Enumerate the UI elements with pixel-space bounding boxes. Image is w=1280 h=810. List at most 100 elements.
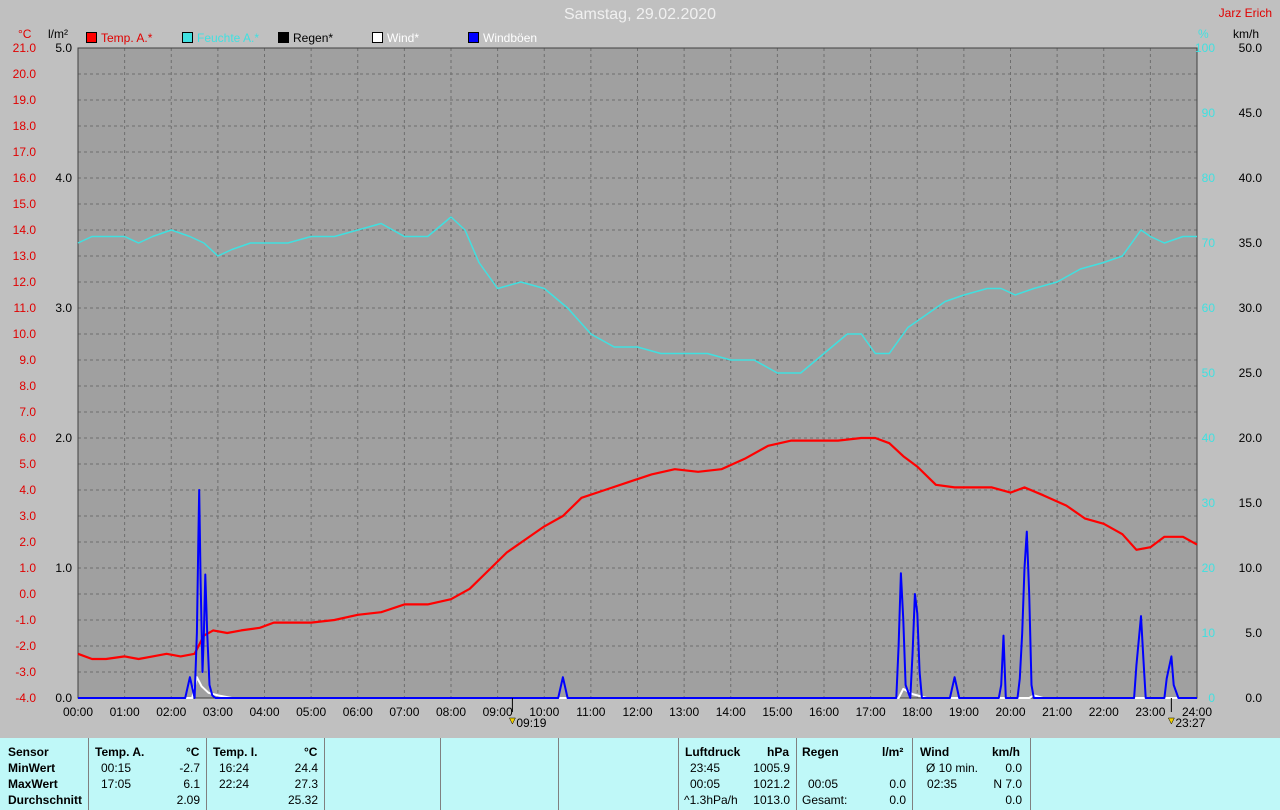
x-tick-label: 20:00 bbox=[995, 705, 1025, 719]
legend-item-gusts: Windböen bbox=[468, 31, 537, 45]
max-wind-value: N 7.0 bbox=[993, 777, 1022, 791]
x-tick-label: 14:00 bbox=[716, 705, 746, 719]
humidity-tick-label: 100 bbox=[1195, 41, 1215, 55]
min-wind-label: Ø 10 min. bbox=[926, 761, 979, 775]
max-rain-time: 00:05 bbox=[808, 777, 839, 791]
header-temp-outdoor: Temp. A. bbox=[95, 745, 145, 759]
legend-swatch-humidity bbox=[182, 32, 193, 43]
divider bbox=[796, 738, 797, 810]
divider bbox=[88, 738, 89, 810]
header-wind-unit: km/h bbox=[992, 745, 1021, 759]
legend-label-gusts: Windböen bbox=[483, 31, 538, 45]
max-temp-outdoor-time: 17:05 bbox=[101, 777, 132, 791]
row-label-min: MinWert bbox=[8, 761, 56, 775]
summary-panel: Sensor Temp. A. °C Temp. I. °C Luftdruck… bbox=[0, 738, 1280, 810]
avg-pressure-value: 1013.0 bbox=[753, 793, 790, 807]
avg-wind-value: 0.0 bbox=[1005, 793, 1022, 807]
temp-tick-label: 7.0 bbox=[19, 405, 36, 419]
temp-tick-label: -2.0 bbox=[15, 639, 36, 653]
humidity-tick-label: 20 bbox=[1202, 561, 1216, 575]
temp-tick-label: 16.0 bbox=[13, 171, 37, 185]
legend-swatch-temp bbox=[86, 32, 97, 43]
row-label-max: MaxWert bbox=[8, 777, 58, 791]
rain-tick-label: 2.0 bbox=[55, 431, 72, 445]
row-label-average: Durchschnitt bbox=[8, 793, 83, 807]
humidity-tick-label: 80 bbox=[1202, 171, 1216, 185]
x-tick-label: 19:00 bbox=[949, 705, 979, 719]
legend-swatch-wind bbox=[372, 32, 383, 43]
temp-tick-label: 15.0 bbox=[13, 197, 37, 211]
temp-tick-label: 10.0 bbox=[13, 327, 37, 341]
temp-tick-label: 9.0 bbox=[19, 353, 36, 367]
wind-tick-label: 0.0 bbox=[1245, 691, 1262, 705]
temp-tick-label: 13.0 bbox=[13, 249, 37, 263]
sunrise-marker-icon bbox=[508, 717, 516, 725]
sunset-marker-label: 23:27 bbox=[1175, 716, 1205, 730]
divider bbox=[678, 738, 679, 810]
humidity-tick-label: 40 bbox=[1202, 431, 1216, 445]
temp-tick-label: -4.0 bbox=[15, 691, 36, 705]
temp-tick-label: -3.0 bbox=[15, 665, 36, 679]
legend-item-wind: Wind* bbox=[372, 31, 419, 45]
legend-label-rain: Regen* bbox=[293, 31, 334, 45]
x-tick-label: 16:00 bbox=[809, 705, 839, 719]
x-tick-label: 09:00 bbox=[483, 705, 513, 719]
legend-swatch-gusts bbox=[468, 32, 479, 43]
humidity-tick-label: 70 bbox=[1202, 236, 1216, 250]
legend-item-temp: Temp. A.* bbox=[86, 31, 152, 45]
x-tick-label: 13:00 bbox=[669, 705, 699, 719]
rain-tick-label: 4.0 bbox=[55, 171, 72, 185]
min-temp-outdoor-value: -2.7 bbox=[179, 761, 200, 775]
x-tick-label: 18:00 bbox=[902, 705, 932, 719]
x-tick-label: 12:00 bbox=[622, 705, 652, 719]
wind-tick-label: 40.0 bbox=[1239, 171, 1263, 185]
wind-tick-label: 35.0 bbox=[1239, 236, 1263, 250]
x-tick-label: 01:00 bbox=[110, 705, 140, 719]
max-temp-indoor-time: 22:24 bbox=[219, 777, 250, 791]
max-pressure-value: 1021.2 bbox=[753, 777, 790, 791]
max-rain-value: 0.0 bbox=[889, 777, 906, 791]
humidity-tick-label: 90 bbox=[1202, 106, 1216, 120]
wind-axis-unit: km/h bbox=[1233, 27, 1260, 41]
temp-tick-label: 4.0 bbox=[19, 483, 36, 497]
temp-tick-label: 18.0 bbox=[13, 119, 37, 133]
rain-tick-label: 0.0 bbox=[55, 691, 72, 705]
x-tick-label: 23:00 bbox=[1135, 705, 1165, 719]
legend-label-humidity: Feuchte A.* bbox=[197, 31, 260, 45]
wind-tick-label: 15.0 bbox=[1239, 496, 1263, 510]
min-wind-value: 0.0 bbox=[1005, 761, 1022, 775]
sunset-marker-icon bbox=[1167, 717, 1175, 725]
temp-tick-label: 2.0 bbox=[19, 535, 36, 549]
chart-title: Samstag, 29.02.2020 bbox=[563, 6, 717, 23]
humidity-tick-label: 30 bbox=[1202, 496, 1216, 510]
humidity-axis-unit: % bbox=[1198, 27, 1209, 41]
wind-tick-label: 30.0 bbox=[1239, 301, 1263, 315]
temp-tick-label: 11.0 bbox=[14, 301, 37, 315]
x-tick-label: 02:00 bbox=[156, 705, 186, 719]
temp-tick-label: -1.0 bbox=[15, 613, 36, 627]
min-temp-indoor-value: 24.4 bbox=[294, 761, 318, 775]
temp-tick-label: 0.0 bbox=[19, 587, 36, 601]
humidity-tick-label: 50 bbox=[1202, 366, 1216, 380]
header-temp-outdoor-unit: °C bbox=[186, 745, 200, 759]
x-tick-label: 15:00 bbox=[762, 705, 792, 719]
header-rain: Regen bbox=[802, 745, 839, 759]
legend-label-temp: Temp. A.* bbox=[101, 31, 153, 45]
temp-tick-label: 14.0 bbox=[13, 223, 37, 237]
x-tick-label: 11:00 bbox=[576, 705, 605, 719]
header-pressure: Luftdruck bbox=[685, 745, 741, 759]
x-tick-label: 06:00 bbox=[343, 705, 373, 719]
avg-temp-outdoor-value: 2.09 bbox=[176, 793, 200, 807]
rain-total-label: Gesamt: bbox=[802, 793, 848, 807]
temp-tick-label: 17.0 bbox=[13, 145, 37, 159]
wind-tick-label: 10.0 bbox=[1239, 561, 1263, 575]
header-pressure-unit: hPa bbox=[767, 745, 790, 759]
min-pressure-time: 23:45 bbox=[690, 761, 721, 775]
rain-tick-label: 1.0 bbox=[55, 561, 72, 575]
temp-tick-label: 1.0 bbox=[19, 561, 36, 575]
author-label: Jarz Erich bbox=[1218, 6, 1272, 20]
min-temp-outdoor-time: 00:15 bbox=[101, 761, 132, 775]
x-tick-label: 22:00 bbox=[1089, 705, 1119, 719]
legend-label-wind: Wind* bbox=[387, 31, 420, 45]
legend-item-humidity: Feuchte A.* bbox=[182, 31, 259, 45]
